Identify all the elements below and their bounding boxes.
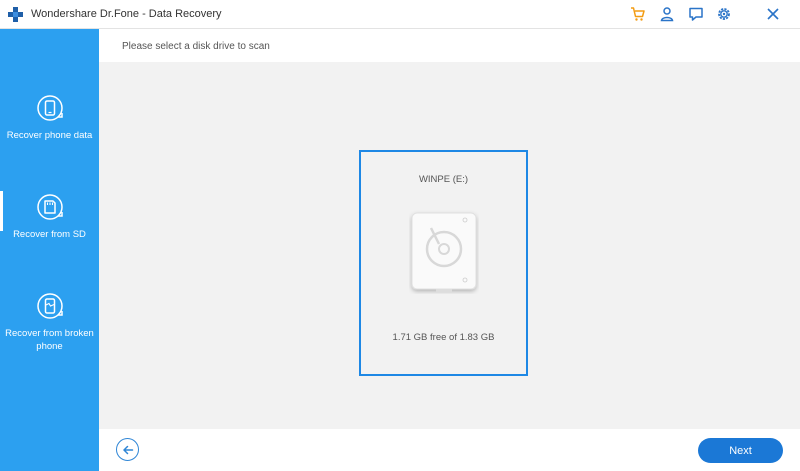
arrow-left-icon [122,445,133,454]
sidebar-item-label: Recover from broken phone [5,328,94,352]
account-icon [660,7,674,22]
settings-button[interactable] [714,4,734,24]
main-panel: Please select a disk drive to scan WINPE… [99,29,800,471]
sidebar-item-recover-phone-data[interactable]: Recover phone data [0,93,99,142]
sidebar-item-label: Recover from SD [13,229,86,240]
close-icon [767,8,779,20]
back-button[interactable] [116,438,139,461]
phone-recover-icon [36,95,63,121]
title-bar: Wondershare Dr.Fone - Data Recovery [0,0,800,29]
drive-list-area: WINPE (E:) 1.71 GB free of 1.83 GB [99,62,800,429]
broken-phone-icon [36,293,63,319]
sidebar-item-recover-from-broken-phone[interactable]: Recover from broken phone [0,291,99,353]
cart-button[interactable] [628,4,648,24]
sidebar-item-recover-from-sd[interactable]: Recover from SD [0,192,99,241]
account-button[interactable] [657,4,677,24]
scan-prompt: Please select a disk drive to scan [122,41,270,52]
drive-name: WINPE (E:) [418,174,469,185]
cart-icon [631,7,645,21]
sidebar-item-label: Recover phone data [6,130,93,141]
drive-free-space: 1.71 GB free of 1.83 GB [392,332,495,343]
close-button[interactable] [763,4,783,24]
sd-card-icon [36,194,63,220]
window-title: Wondershare Dr.Fone - Data Recovery [31,8,222,20]
feedback-icon [689,7,703,21]
next-button[interactable]: Next [698,438,783,463]
feedback-button[interactable] [686,4,706,24]
hard-drive-icon [411,212,477,292]
drive-card-winpe[interactable]: WINPE (E:) 1.71 GB free of 1.83 GB [359,150,528,376]
app-logo-icon [8,7,23,22]
settings-icon [718,8,730,20]
sidebar: Recover phone data Recover from SD Recov… [0,29,99,471]
